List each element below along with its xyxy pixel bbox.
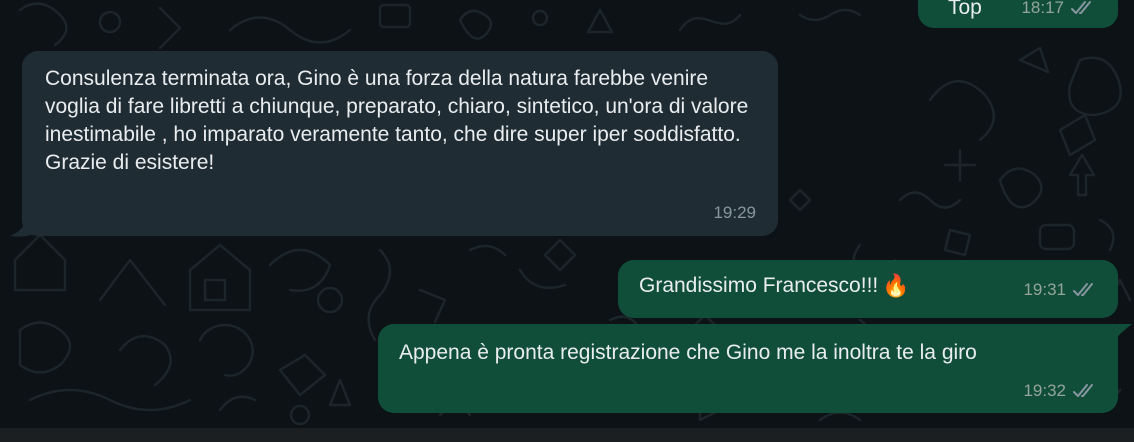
message-bubble-outgoing[interactable]: Grandissimo Francesco!!! 🔥 19:31 [618, 260, 1118, 318]
message-text: Appena è pronta registrazione che Gino m… [399, 341, 977, 364]
double-check-icon [1070, 0, 1098, 16]
fire-emoji: 🔥 [882, 273, 910, 298]
message-meta: 19:32 [1023, 381, 1100, 401]
bubble-tail [1116, 324, 1132, 338]
message-bubble-outgoing[interactable]: Top 18:17 [918, 0, 1118, 28]
message-meta: 19:29 [713, 203, 756, 223]
message-text: Consulenza terminata ora, Gino è una for… [45, 67, 749, 174]
message-bubble-outgoing[interactable]: Appena è pronta registrazione che Gino m… [378, 324, 1118, 413]
message-time: 18:17 [1021, 0, 1064, 17]
double-check-icon [1072, 383, 1100, 399]
message-bubble-incoming[interactable]: Consulenza terminata ora, Gino è una for… [22, 51, 778, 236]
message-time: 19:31 [1023, 280, 1066, 299]
message-text: Grandissimo Francesco!!! [639, 274, 879, 297]
message-meta: 18:17 [1021, 0, 1098, 18]
message-text: Top [948, 0, 982, 19]
chat-area[interactable]: Top 18:17 Consulenza terminata ora, Gino… [0, 0, 1134, 442]
composer-bar-edge [0, 428, 1134, 442]
message-content: Grandissimo Francesco!!! 🔥 [639, 272, 910, 300]
message-time: 19:32 [1023, 381, 1066, 400]
double-check-icon [1072, 282, 1100, 298]
message-meta: 19:31 [1023, 280, 1100, 300]
message-time: 19:29 [713, 203, 756, 222]
